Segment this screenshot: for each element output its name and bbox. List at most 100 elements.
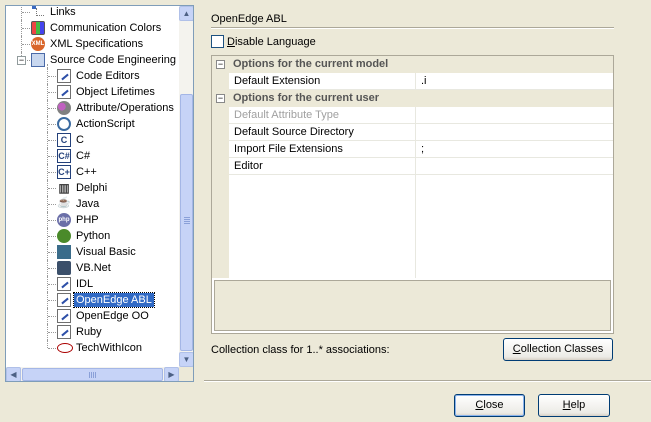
source-code-folder-icon [31, 53, 45, 67]
tree-item[interactable]: C# C# [6, 148, 178, 164]
tree-item[interactable]: Python [6, 228, 178, 244]
tree-item[interactable]: Object Lifetimes [6, 84, 178, 100]
tree-connector [48, 140, 56, 141]
property-name: Editor [234, 160, 263, 172]
tree-item[interactable]: VB.Net [6, 260, 178, 276]
tree-item[interactable]: Code Editors [6, 68, 178, 84]
grid-property-row[interactable]: Import File Extensions; [212, 141, 613, 158]
tree-item-label: ActionScript [76, 118, 135, 130]
grid-column-separator [415, 124, 416, 141]
page-title: OpenEdge ABL [211, 13, 287, 25]
collection-classes-button[interactable]: Collection Classes [503, 338, 613, 361]
property-name: Import File Extensions [234, 143, 343, 155]
tree-item[interactable]: CC [6, 132, 178, 148]
tree-connector [48, 172, 56, 173]
tree-item-label: Communication Colors [50, 22, 162, 34]
grid-category-title: Options for the current user [233, 92, 380, 104]
scroll-up-button[interactable]: ▲ [179, 6, 193, 21]
tree-item-label: Source Code Engineering [50, 54, 176, 66]
grid-property-row[interactable]: Default Extension .i [212, 73, 613, 90]
tree-item[interactable]: ▥ Delphi [6, 180, 178, 196]
collapse-icon[interactable]: − [17, 56, 26, 65]
scroll-left-button[interactable]: ◀ [6, 367, 21, 381]
document-icon [57, 293, 71, 307]
tree-item-label: OpenEdge OO [76, 310, 149, 322]
checkbox-box[interactable] [211, 35, 224, 48]
tree-item-label: Object Lifetimes [76, 86, 155, 98]
tree-item[interactable]: Attribute/Operations [6, 100, 178, 116]
scroll-down-button[interactable]: ▼ [179, 352, 193, 367]
tree-item[interactable]: Links [6, 6, 178, 20]
tree-item-label: TechWithIcon [76, 342, 143, 354]
tree-connector [48, 220, 56, 221]
collapse-icon[interactable]: − [216, 94, 225, 103]
disable-language-label: Disable Language [227, 36, 316, 48]
tree-item[interactable]: C+ C++ [6, 164, 178, 180]
property-grid[interactable]: − Options for the current model Default Ex… [211, 55, 614, 334]
grid-row-gutter [212, 158, 229, 175]
tree-connector [48, 332, 56, 333]
tree-item[interactable]: TechWithIcon [6, 340, 178, 356]
scrollbar-corner [179, 367, 193, 381]
grid-category-row[interactable]: − Options for the current user [212, 90, 613, 107]
tree-item-label: C# [76, 150, 91, 162]
tree-vertical-scrollbar[interactable]: ▲ ▼ [179, 6, 193, 367]
vbnet-icon [57, 261, 71, 275]
document-icon [57, 85, 71, 99]
grid-category-title: Options for the current model [233, 58, 389, 70]
tree-connector [48, 316, 56, 317]
property-value[interactable]: .i [421, 75, 427, 87]
tree-item[interactable]: Communication Colors [6, 20, 178, 36]
tree-connector [22, 12, 30, 13]
horizontal-scroll-thumb[interactable] [22, 368, 163, 381]
links-icon [31, 6, 45, 19]
tree-connector [48, 188, 56, 189]
close-button[interactable]: Close [454, 394, 525, 417]
grid-column-separator [415, 107, 416, 124]
tree-horizontal-scrollbar[interactable]: ◀ ▶ [6, 367, 179, 381]
collapse-icon[interactable]: − [216, 60, 225, 69]
tree-item[interactable]: XML XML Specifications [6, 36, 178, 52]
tree-item[interactable]: − Source Code Engineering [6, 52, 178, 68]
vertical-scroll-thumb[interactable] [180, 94, 193, 351]
options-tree[interactable]: Links Communication Colors XML XML Specific… [5, 5, 194, 382]
tree-item[interactable]: php PHP [6, 212, 178, 228]
actionscript-icon [57, 117, 71, 131]
document-icon [57, 69, 71, 83]
c-language-icon: C [57, 133, 71, 147]
tree-connector [48, 348, 56, 349]
tree-item[interactable]: Visual Basic [6, 244, 178, 260]
scroll-right-button[interactable]: ▶ [164, 367, 179, 381]
color-palette-icon [31, 21, 45, 35]
tree-item-label: Links [50, 6, 76, 18]
grid-property-row[interactable]: Default Source Directory [212, 124, 613, 141]
xml-icon: XML [31, 37, 45, 51]
tree-item[interactable]: IDL [6, 276, 178, 292]
tree-item[interactable]: ActionScript [6, 116, 178, 132]
document-icon [57, 325, 71, 339]
property-value[interactable]: ; [421, 143, 424, 155]
tree-item-label: C++ [76, 166, 97, 178]
tree-connector [48, 108, 56, 109]
collection-class-label: Collection class for 1..* associations: [211, 344, 390, 356]
tree-item-label: Delphi [76, 182, 108, 194]
tree-item-label: Code Editors [76, 70, 140, 82]
tree-item-label: Ruby [76, 326, 102, 338]
grid-property-row[interactable]: Default Attribute Type [212, 107, 613, 124]
help-button[interactable]: Help [538, 394, 610, 417]
tree-connector [48, 284, 56, 285]
php-icon: php [57, 213, 71, 227]
tree-item[interactable]: OpenEdge OO [6, 308, 178, 324]
grid-category-row[interactable]: − Options for the current model [212, 56, 613, 73]
tree-item-label: IDL [76, 278, 94, 290]
tree-connector [48, 124, 56, 125]
tree-item[interactable]: Ruby [6, 324, 178, 340]
grid-property-row[interactable]: Editor [212, 158, 613, 175]
tree-item[interactable]: ☕ Java [6, 196, 178, 212]
tree-connector [48, 204, 56, 205]
cpp-icon: C+ [57, 165, 71, 179]
python-icon [57, 229, 71, 243]
attribute-icon [57, 101, 71, 115]
tree-item-label: VB.Net [76, 262, 111, 274]
tree-item[interactable]: OpenEdge ABL [6, 292, 178, 308]
